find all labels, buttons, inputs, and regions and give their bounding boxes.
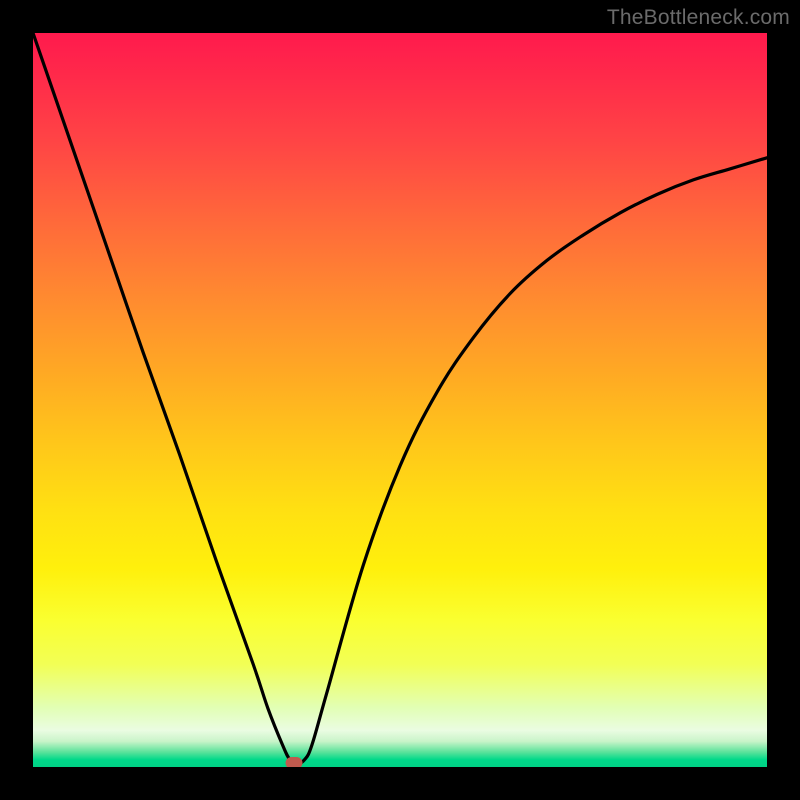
chart-frame: TheBottleneck.com: [0, 0, 800, 800]
minimum-marker: [286, 757, 303, 767]
watermark-text: TheBottleneck.com: [607, 6, 790, 30]
bottleneck-curve: [33, 33, 767, 767]
plot-area: [33, 33, 767, 767]
